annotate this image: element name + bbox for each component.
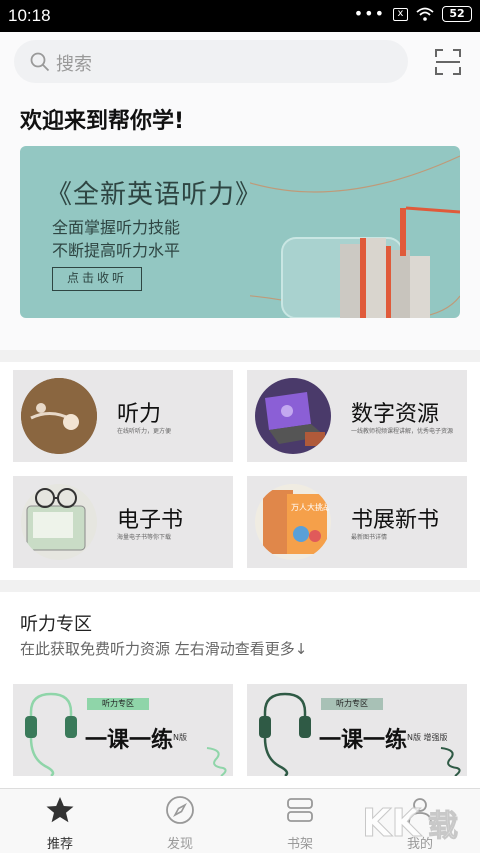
- star-icon: [46, 797, 74, 823]
- category-name: 书展新书: [351, 508, 440, 533]
- category-grid: 听力 在线听听力，更方便 数字资源 一线教师视频课程讲解，优秀电子资源 电子书 …: [0, 362, 480, 580]
- search-input[interactable]: 搜索: [14, 40, 408, 83]
- category-desc: 在线听听力，更方便: [117, 428, 172, 435]
- welcome-title: 欢迎来到帮你学!: [20, 109, 185, 134]
- listen-now-button[interactable]: 点击收听: [52, 267, 142, 291]
- search-placeholder: 搜索: [56, 54, 92, 75]
- svg-text:载: 载: [428, 809, 458, 844]
- section-heading: 听力专区: [20, 614, 92, 635]
- tab-bookshelf[interactable]: 书架: [240, 789, 360, 853]
- category-name: 听力: [117, 402, 162, 427]
- section-subheading: 在此获取免费听力资源 左右滑动查看更多↓: [20, 640, 308, 658]
- banner[interactable]: 《全新英语听力》 全面掌握听力技能 不断提高听力水平 点击收听: [20, 146, 460, 318]
- divider: [0, 580, 480, 592]
- category-listening[interactable]: 听力 在线听听力，更方便: [13, 370, 233, 462]
- category-digital-resources[interactable]: 数字资源 一线教师视频课程讲解，优秀电子资源: [247, 370, 467, 462]
- listening-card-version: N版: [173, 733, 187, 742]
- divider: [0, 350, 480, 362]
- listening-card[interactable]: 听力专区 一课一练 N版 增强版: [247, 684, 467, 776]
- laptop-image: [255, 378, 331, 454]
- status-bar: 10:18 ••• x 52: [0, 0, 480, 32]
- status-time: 10:18: [8, 6, 51, 25]
- book-cover-text: 万人大挑战: [291, 502, 331, 512]
- status-icons: ••• x 52: [354, 6, 472, 22]
- banner-line-1: 全面掌握听力技能: [52, 218, 181, 237]
- category-name: 电子书: [117, 508, 184, 533]
- tab-discover[interactable]: 发现: [120, 789, 240, 853]
- book-cover-image: 万人大挑战: [255, 484, 331, 560]
- tab-recommend[interactable]: 推荐: [0, 789, 120, 853]
- cable-icon: [206, 747, 227, 776]
- kk-watermark-logo: KK 载: [362, 801, 459, 846]
- svg-text:KK: KK: [362, 801, 422, 845]
- headphones-icon: [259, 692, 311, 776]
- headphones-icon: [25, 692, 77, 776]
- battery-icon: 52: [442, 6, 472, 22]
- listening-card[interactable]: 听力专区 一课一练 N版: [13, 684, 233, 776]
- compass-icon: [166, 796, 194, 824]
- category-ebook[interactable]: 电子书 海量电子书等你下载: [13, 476, 233, 568]
- earphone-image: [21, 378, 97, 454]
- search-icon: [30, 52, 50, 72]
- wifi-icon: [416, 7, 434, 21]
- category-name: 数字资源: [351, 402, 440, 427]
- listening-tag: 听力专区: [321, 698, 383, 710]
- listening-card-title: 一课一练: [319, 728, 408, 753]
- listening-card-title: 一课一练: [85, 728, 174, 753]
- ereader-image: [21, 484, 97, 560]
- tab-label: 发现: [166, 837, 193, 852]
- cable-icon: [440, 747, 461, 776]
- scan-icon[interactable]: [434, 48, 462, 76]
- listening-section: 听力专区 在此获取免费听力资源 左右滑动查看更多↓ 听力专区 一课一练 N版 听…: [0, 592, 480, 788]
- banner-title: 《全新英语听力》: [46, 180, 263, 210]
- bookshelf-icon: [287, 798, 313, 822]
- category-desc: 最新图书详情: [351, 534, 388, 541]
- tab-label: 书架: [286, 837, 313, 852]
- no-sim-icon: x: [393, 7, 408, 21]
- listening-card-version: N版 增强版: [407, 733, 448, 742]
- category-desc: 一线教师视频课程讲解，优秀电子资源: [351, 428, 454, 435]
- listening-tag: 听力专区: [87, 698, 149, 710]
- tab-label: 推荐: [46, 837, 73, 852]
- banner-line-2: 不断提高听力水平: [52, 241, 181, 260]
- category-new-books[interactable]: 万人大挑战 书展新书 最新图书详情: [247, 476, 467, 568]
- more-dots-icon: •••: [353, 4, 385, 23]
- category-desc: 海量电子书等你下载: [117, 534, 172, 541]
- book-illustration: [250, 155, 460, 318]
